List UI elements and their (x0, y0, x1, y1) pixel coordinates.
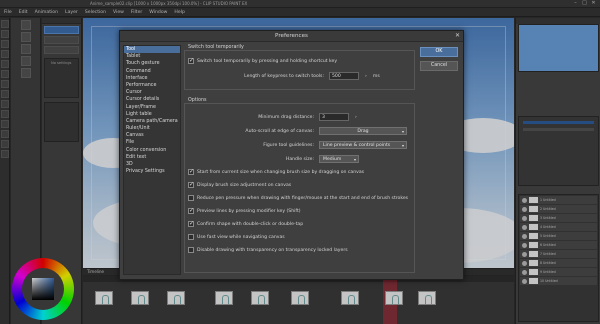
category-interface[interactable]: Interface (124, 75, 180, 82)
option-checkbox-row[interactable]: Disable drawing with transparency on tra… (188, 247, 348, 253)
option-label: Confirm shape with double-click or doubl… (197, 221, 304, 227)
autoscroll-label: Auto-scroll at edge of canvas: (245, 128, 314, 134)
option-checkbox[interactable] (188, 168, 194, 175)
category-canvas[interactable]: Canvas (124, 132, 180, 139)
min-drag-label: Minimum drag distance: (258, 114, 314, 120)
switch-tool-label: Switch tool temporarily by pressing and … (197, 58, 338, 64)
figure-label: Figure tool guidelines: (263, 142, 314, 148)
category-tool[interactable]: Tool (124, 46, 180, 54)
category-ruler-unit[interactable]: Ruler/Unit (124, 125, 180, 132)
close-icon[interactable]: ✕ (455, 32, 460, 39)
option-label: Preview lines by pressing modifier key (… (197, 208, 301, 214)
category-privacy-settings[interactable]: Privacy Settings (124, 168, 180, 175)
category-color-conversion[interactable]: Color conversion (124, 147, 180, 154)
option-checkbox[interactable] (188, 220, 194, 227)
option-checkbox-row[interactable]: Confirm shape with double-click or doubl… (188, 220, 304, 227)
option-label: Start from current size when changing br… (197, 169, 365, 175)
option-checkbox[interactable] (188, 247, 194, 253)
category-list: Tool Tablet Touch gesture Command Interf… (123, 45, 181, 275)
category-touch-gesture[interactable]: Touch gesture (124, 60, 180, 67)
category-3d[interactable]: 3D (124, 161, 180, 168)
switch-tool-group-title: Switch tool temporarily (187, 45, 245, 50)
category-command[interactable]: Command (124, 68, 180, 75)
category-performance[interactable]: Performance (124, 82, 180, 89)
switch-tool-checkbox[interactable] (188, 57, 194, 64)
option-label: Disable drawing with transparency on tra… (197, 247, 348, 253)
cancel-button[interactable]: Cancel (420, 61, 458, 71)
min-drag-row: Minimum drag distance: 3 › (224, 113, 357, 121)
keypress-label: Length of keypress to switch tools: (244, 73, 324, 79)
autoscroll-row: Auto-scroll at edge of canvas: Drag ▾ (224, 127, 407, 135)
category-camera-path[interactable]: Camera path/Camera (124, 118, 180, 125)
option-checkbox-row[interactable]: Reduce pen pressure when drawing with fi… (188, 195, 408, 201)
autoscroll-value: Drag (357, 129, 369, 134)
category-cursor-details[interactable]: Cursor details (124, 96, 180, 103)
chevron-down-icon: ▾ (401, 143, 404, 148)
keypress-arrow-icon[interactable]: › (365, 74, 367, 79)
handle-row: Handle size: Medium ▾ (224, 155, 359, 163)
chevron-down-icon: ▾ (401, 129, 404, 134)
handle-label: Handle size: (285, 156, 314, 162)
handle-select[interactable]: Medium ▾ (319, 155, 359, 163)
option-checkbox[interactable] (188, 195, 194, 201)
option-label: Reduce pen pressure when drawing with fi… (197, 195, 409, 201)
option-label: Use fast view while navigating canvas (197, 234, 285, 240)
autoscroll-select[interactable]: Drag ▾ (319, 127, 407, 135)
figure-select[interactable]: Line preview & control points ▾ (319, 141, 407, 149)
category-edit-text[interactable]: Edit text (124, 154, 180, 161)
option-checkbox-row[interactable]: Start from current size when changing br… (188, 168, 365, 175)
handle-value: Medium (323, 157, 342, 162)
figure-row: Figure tool guidelines: Line preview & c… (224, 141, 407, 149)
keypress-input[interactable]: 500 (329, 72, 359, 80)
chevron-down-icon: ▾ (353, 157, 356, 162)
category-file[interactable]: File (124, 139, 180, 146)
figure-value: Line preview & control points (323, 143, 391, 148)
keypress-row: Length of keypress to switch tools: 500 … (224, 72, 380, 80)
min-drag-input[interactable]: 3 (319, 113, 349, 121)
option-checkbox[interactable] (188, 207, 194, 214)
option-checkbox[interactable] (188, 234, 194, 240)
min-drag-arrow-icon[interactable]: › (355, 115, 357, 120)
dialog-title: Preferences (120, 31, 463, 42)
switch-tool-checkbox-row[interactable]: Switch tool temporarily by pressing and … (188, 57, 338, 64)
options-group-title: Options (187, 98, 208, 103)
option-checkbox[interactable] (188, 181, 194, 188)
option-label: Display brush size adjustment on canvas (197, 182, 292, 188)
option-checkbox-row[interactable]: Display brush size adjustment on canvas (188, 181, 292, 188)
keypress-unit: ms (372, 73, 380, 79)
category-tablet[interactable]: Tablet (124, 53, 180, 60)
category-light-table[interactable]: Light table (124, 111, 180, 118)
settings-content: Switch tool temporarily Switch tool temp… (184, 45, 415, 277)
option-checkbox-row[interactable]: Preview lines by pressing modifier key (… (188, 207, 301, 214)
category-cursor[interactable]: Cursor (124, 89, 180, 96)
preferences-dialog: Preferences ✕ Tool Tablet Touch gesture … (119, 30, 464, 280)
ok-button[interactable]: OK (420, 47, 458, 57)
category-layer-frame[interactable]: Layer/Frame (124, 104, 180, 111)
switch-tool-group: Switch tool temporarily (184, 45, 415, 90)
option-checkbox-row[interactable]: Use fast view while navigating canvas (188, 234, 285, 240)
